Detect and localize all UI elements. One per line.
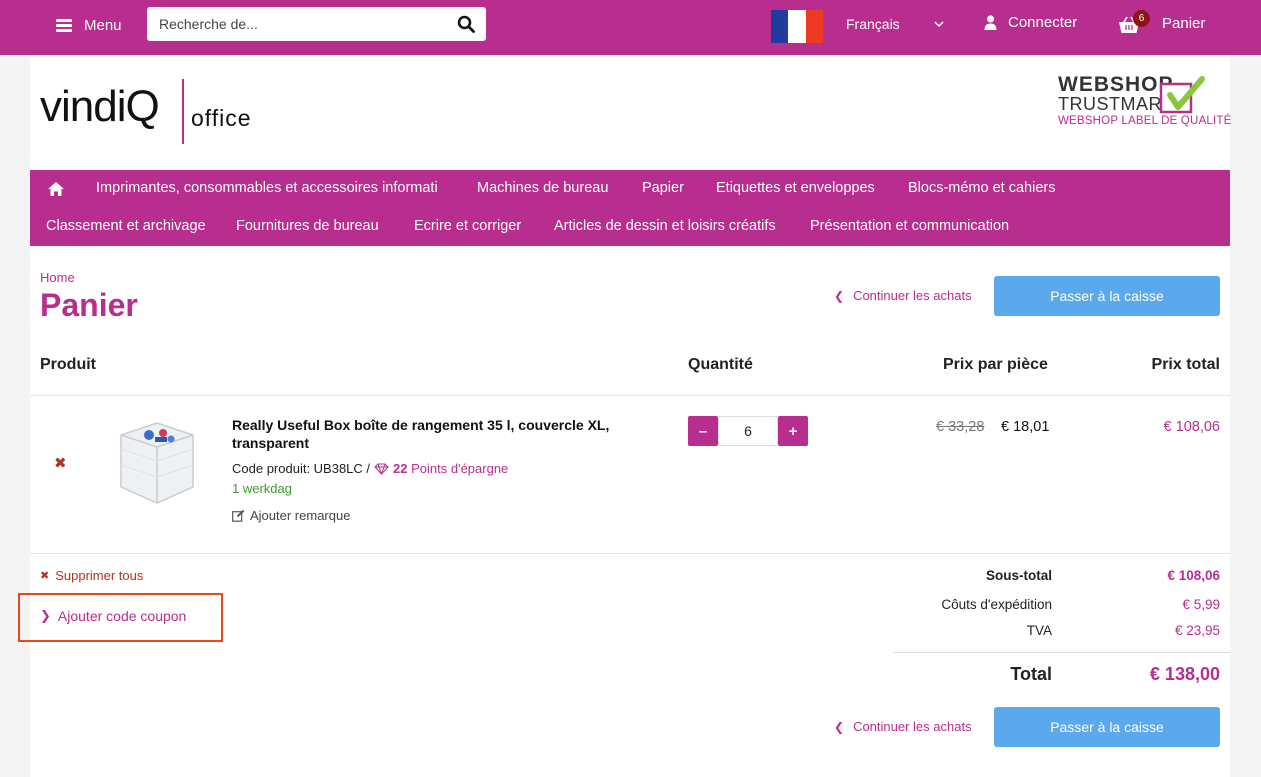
- checkout-button-top[interactable]: Passer à la caisse: [994, 276, 1220, 316]
- nav-item-etiquettes[interactable]: Etiquettes et enveloppes: [716, 180, 875, 196]
- delete-all-button[interactable]: ✖ Supprimer tous: [40, 568, 143, 583]
- checkmark-icon: [1159, 76, 1205, 114]
- search-icon[interactable]: [457, 15, 475, 33]
- quantity-decrease-button[interactable]: –: [688, 416, 718, 446]
- cart-count-badge: 6: [1133, 10, 1150, 27]
- diamond-icon: [374, 463, 389, 475]
- close-icon: ✖: [40, 570, 50, 582]
- menu-label: Menu: [84, 16, 122, 34]
- logo-subtitle: office: [191, 105, 252, 131]
- add-coupon-link[interactable]: ❯ Ajouter code coupon: [40, 608, 186, 624]
- shipping-label: Côuts d'expédition: [941, 597, 1052, 612]
- summary-divider: [893, 652, 1230, 653]
- add-remark-label: Ajouter remarque: [250, 508, 351, 523]
- continue-shopping-link-top[interactable]: ❮ Continuer les achats: [834, 288, 972, 303]
- savings-points: 22 Points d'épargne: [393, 461, 508, 476]
- subtotal-value: € 108,06: [1167, 568, 1220, 583]
- hamburger-icon: [56, 19, 72, 32]
- nav-item-fournitures[interactable]: Fournitures de bureau: [236, 218, 379, 234]
- page-title: Panier: [40, 287, 138, 323]
- nav-item-papier[interactable]: Papier: [642, 180, 684, 196]
- total-label: Total: [1010, 664, 1052, 684]
- logo-word: vindiQ: [40, 82, 160, 131]
- header-quantity: Quantité: [688, 356, 753, 373]
- breadcrumb-home[interactable]: Home: [40, 270, 75, 285]
- webshop-trustmark-logo[interactable]: WEBSHOP TRUSTMARK WEBSHOP LABEL DE QUALI…: [1056, 73, 1231, 131]
- france-flag-icon[interactable]: [771, 10, 823, 43]
- delete-all-label: Supprimer tous: [55, 568, 144, 583]
- product-name-link[interactable]: Really Useful Box boîte de rangement 35 …: [232, 416, 652, 452]
- line-total: € 108,06: [1163, 419, 1220, 435]
- edit-icon: [232, 509, 245, 522]
- vat-label: TVA: [1026, 623, 1052, 638]
- home-icon[interactable]: [47, 181, 65, 197]
- trustmark-line3: WEBSHOP LABEL DE QUALITÉ: [1058, 115, 1232, 127]
- nav-item-classement[interactable]: Classement et archivage: [46, 218, 206, 234]
- continue-shopping-label: Continuer les achats: [853, 719, 972, 734]
- search-input[interactable]: [147, 7, 447, 41]
- nav-item-presentation[interactable]: Présentation et communication: [810, 218, 1009, 234]
- delivery-time: 1 werkdag: [232, 481, 292, 496]
- product-image[interactable]: [113, 413, 199, 507]
- chevron-down-icon[interactable]: [933, 18, 945, 30]
- checkout-button-bottom[interactable]: Passer à la caisse: [994, 707, 1220, 747]
- points-label: Points d'épargne: [411, 461, 509, 476]
- divider: [30, 553, 1230, 554]
- divider: [30, 395, 1230, 396]
- product-code: Code produit: UB38LC /: [232, 461, 371, 476]
- quantity-increase-button[interactable]: +: [778, 416, 808, 446]
- nav-item-machines[interactable]: Machines de bureau: [477, 180, 608, 196]
- header-unit-price: Prix par pièce: [943, 356, 1048, 373]
- add-remark-link[interactable]: Ajouter remarque: [232, 508, 350, 523]
- remove-item-icon[interactable]: ✖: [54, 454, 67, 472]
- chevron-left-icon: ❮: [834, 719, 845, 734]
- header-product: Produit: [40, 356, 96, 373]
- nav-item-imprimantes[interactable]: Imprimantes, consommables et accessoires…: [96, 180, 438, 196]
- unit-price: € 18,01: [1001, 419, 1050, 435]
- user-icon: [984, 15, 997, 30]
- nav-item-ecrire[interactable]: Ecrire et corriger: [414, 218, 521, 234]
- add-coupon-label: Ajouter code coupon: [57, 608, 187, 624]
- search-box: [147, 7, 486, 41]
- continue-shopping-label: Continuer les achats: [853, 288, 972, 303]
- chevron-right-icon: ❯: [40, 608, 51, 623]
- nav-item-dessin[interactable]: Articles de dessin et loisirs créatifs: [554, 218, 776, 234]
- logo-divider: [182, 79, 184, 144]
- vindiq-logo[interactable]: vindiQ office: [40, 79, 280, 147]
- login-button[interactable]: Connecter: [984, 14, 1077, 31]
- vat-value: € 23,95: [1174, 623, 1220, 638]
- top-bar: Menu Français Connecter 6 Panier: [0, 0, 1261, 55]
- original-price: € 33,28: [936, 419, 985, 435]
- product-code-line: Code produit: UB38LC / 22 Points d'éparg…: [232, 461, 508, 476]
- points-value: 22: [393, 461, 408, 476]
- chevron-left-icon: ❮: [834, 288, 845, 303]
- shipping-value: € 5,99: [1182, 597, 1220, 612]
- quantity-input[interactable]: [718, 416, 778, 446]
- cart-label: Panier: [1162, 15, 1206, 32]
- subtotal-label: Sous-total: [986, 568, 1052, 583]
- header-total-price: Prix total: [1151, 356, 1220, 373]
- continue-shopping-link-bottom[interactable]: ❮ Continuer les achats: [834, 719, 972, 734]
- category-nav: Imprimantes, consommables et accessoires…: [30, 170, 1230, 246]
- menu-button[interactable]: Menu: [56, 14, 122, 36]
- nav-item-blocs[interactable]: Blocs-mémo et cahiers: [908, 180, 1055, 196]
- language-selector[interactable]: Français: [846, 16, 900, 32]
- login-label: Connecter: [1008, 14, 1078, 31]
- total-value: € 138,00: [1149, 664, 1220, 684]
- page-container: vindiQ office WEBSHOP TRUSTMARK WEBSHOP …: [18, 55, 1231, 777]
